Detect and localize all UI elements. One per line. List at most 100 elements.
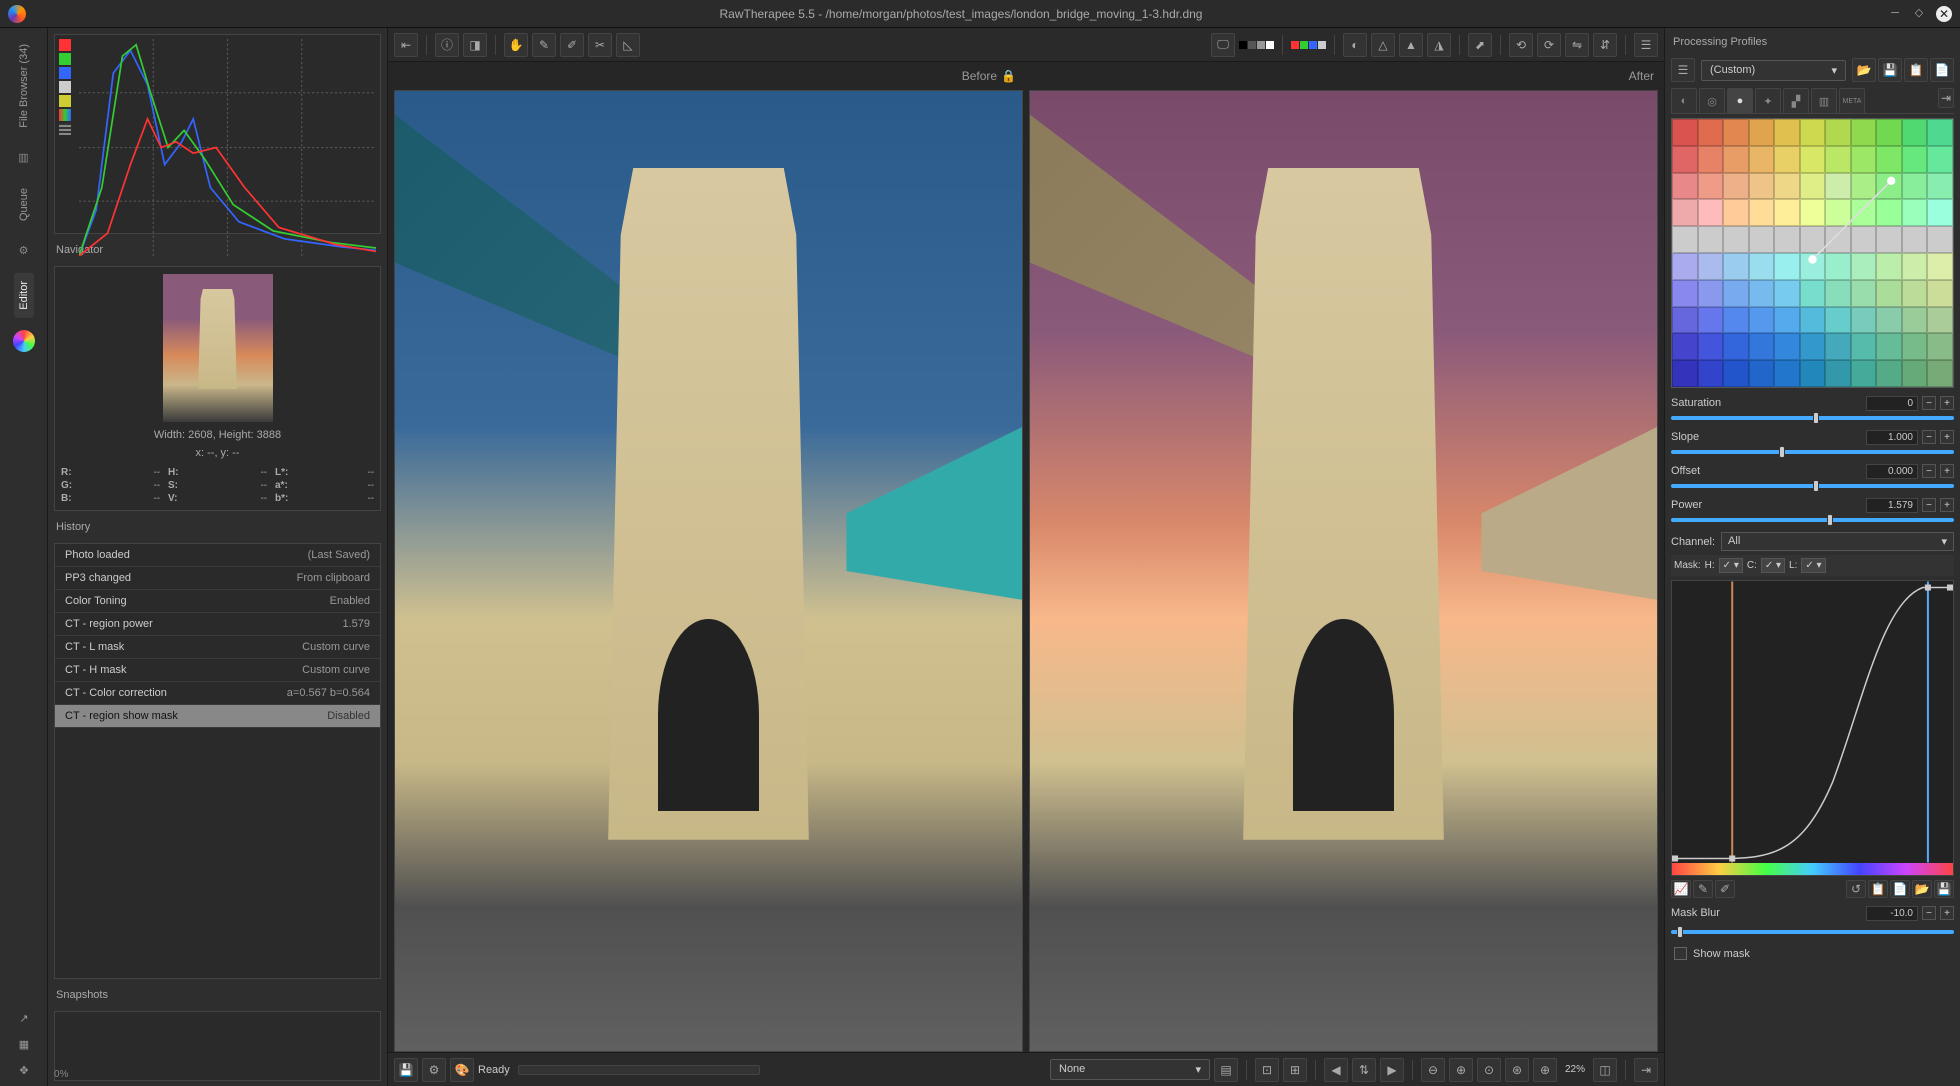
hand-tool-icon[interactable]: ✋ xyxy=(504,33,528,57)
panel-left-toggle-icon[interactable]: ⇤ xyxy=(394,33,418,57)
color-grid-cell[interactable] xyxy=(1825,146,1851,173)
picker-icon[interactable]: ✎ xyxy=(532,33,556,57)
mask-blur-slider[interactable] xyxy=(1671,930,1954,934)
color-grid-cell[interactable] xyxy=(1723,253,1749,280)
mask-blur-value[interactable]: -10.0 xyxy=(1866,906,1918,921)
color-grid-cell[interactable] xyxy=(1927,199,1953,226)
zoom-fit-icon[interactable]: ⊕ xyxy=(1449,1058,1473,1082)
mask-c-curve[interactable]: ✓ ▾ xyxy=(1761,558,1785,573)
power-minus[interactable]: − xyxy=(1922,498,1936,512)
color-grid-cell[interactable] xyxy=(1902,333,1928,360)
histo-luma-toggle[interactable] xyxy=(59,81,71,93)
offset-slider[interactable] xyxy=(1671,484,1954,488)
color-grid-cell[interactable] xyxy=(1851,307,1877,334)
color-grid-cell[interactable] xyxy=(1672,146,1698,173)
color-grid-cell[interactable] xyxy=(1876,173,1902,200)
color-grid-cell[interactable] xyxy=(1851,226,1877,253)
color-grid-cell[interactable] xyxy=(1902,146,1928,173)
settings-icon[interactable]: ☰ xyxy=(1634,33,1658,57)
color-grid-cell[interactable] xyxy=(1723,226,1749,253)
color-grid-cell[interactable] xyxy=(1902,280,1928,307)
color-grid-cell[interactable] xyxy=(1698,280,1724,307)
background-select[interactable]: None▾ xyxy=(1050,1059,1210,1080)
color-grid-cell[interactable] xyxy=(1723,360,1749,387)
color-grid-cell[interactable] xyxy=(1672,119,1698,146)
color-grid-cell[interactable] xyxy=(1825,119,1851,146)
histo-green-toggle[interactable] xyxy=(59,53,71,65)
offset-plus[interactable]: + xyxy=(1940,464,1954,478)
color-grid-cell[interactable] xyxy=(1851,280,1877,307)
focus-mask-icon[interactable]: ◐ xyxy=(1343,33,1367,57)
nav-sync-icon[interactable]: ⊡ xyxy=(1255,1058,1279,1082)
info-icon[interactable]: ⓘ xyxy=(435,33,459,57)
color-grid-cell[interactable] xyxy=(1749,307,1775,334)
color-grid-cell[interactable] xyxy=(1902,226,1928,253)
color-grid-cell[interactable] xyxy=(1749,226,1775,253)
gamut-icon[interactable]: ⬈ xyxy=(1468,33,1492,57)
color-grid-cell[interactable] xyxy=(1927,280,1953,307)
zoom-fit-crop-icon[interactable]: ⊙ xyxy=(1477,1058,1501,1082)
color-grid-cell[interactable] xyxy=(1851,119,1877,146)
color-grid-cell[interactable] xyxy=(1672,253,1698,280)
color-grid-cell[interactable] xyxy=(1876,253,1902,280)
rotate-right-icon[interactable]: ⟳ xyxy=(1537,33,1561,57)
panel-collapse-icon[interactable]: ⇥ xyxy=(1938,88,1954,108)
color-grid-cell[interactable] xyxy=(1672,173,1698,200)
tab-detail-icon[interactable]: ◎ xyxy=(1699,88,1725,114)
color-grid-cell[interactable] xyxy=(1825,333,1851,360)
curve-edit-icon[interactable]: ✐ xyxy=(1715,880,1735,898)
minimize-button[interactable]: ─ xyxy=(1888,6,1902,20)
power-plus[interactable]: + xyxy=(1940,498,1954,512)
color-grid-cell[interactable] xyxy=(1876,360,1902,387)
color-grid-cell[interactable] xyxy=(1851,146,1877,173)
histogram[interactable] xyxy=(54,34,381,234)
color-grid-cell[interactable] xyxy=(1698,307,1724,334)
move-icon[interactable]: ✥ xyxy=(14,1060,34,1080)
color-grid-cell[interactable] xyxy=(1876,226,1902,253)
saturation-value[interactable]: 0 xyxy=(1866,396,1918,411)
preview-before[interactable] xyxy=(394,90,1023,1052)
profile-mode-icon[interactable]: ☰ xyxy=(1671,58,1695,82)
color-grid-cell[interactable] xyxy=(1851,253,1877,280)
lock-icon[interactable]: 🔒 xyxy=(1001,69,1016,83)
color-grid-cell[interactable] xyxy=(1927,360,1953,387)
color-grid-cell[interactable] xyxy=(1927,333,1953,360)
color-grid-cell[interactable] xyxy=(1800,360,1826,387)
color-grid-cell[interactable] xyxy=(1774,360,1800,387)
navigator-thumb[interactable] xyxy=(61,273,374,423)
flip-h-icon[interactable]: ⇋ xyxy=(1565,33,1589,57)
gear-icon[interactable]: ⚙ xyxy=(14,241,34,261)
profile-paste-icon[interactable]: 📄 xyxy=(1930,58,1954,82)
zoom-out-icon[interactable]: ⊖ xyxy=(1421,1058,1445,1082)
curve-paste-icon[interactable]: 📄 xyxy=(1890,880,1910,898)
show-mask-checkbox[interactable] xyxy=(1674,947,1687,960)
color-grid-cell[interactable] xyxy=(1927,119,1953,146)
slope-minus[interactable]: − xyxy=(1922,430,1936,444)
sharpening-contrast-icon[interactable]: ◮ xyxy=(1427,33,1451,57)
power-slider[interactable] xyxy=(1671,518,1954,522)
color-grid-cell[interactable] xyxy=(1800,119,1826,146)
curve-editor[interactable] xyxy=(1671,580,1954,876)
histo-blue-toggle[interactable] xyxy=(59,67,71,79)
color-grid-cell[interactable] xyxy=(1749,119,1775,146)
curve-picker-icon[interactable]: ✎ xyxy=(1693,880,1713,898)
sync-thumb-icon[interactable]: ⇅ xyxy=(1352,1058,1376,1082)
color-grid-cell[interactable] xyxy=(1800,226,1826,253)
color-grid-cell[interactable] xyxy=(1749,173,1775,200)
arrow-out-icon[interactable]: ↗ xyxy=(14,1008,34,1028)
next-image-icon[interactable]: ▶ xyxy=(1380,1058,1404,1082)
color-grid-cell[interactable] xyxy=(1800,199,1826,226)
slope-slider[interactable] xyxy=(1671,450,1954,454)
zoom-100-icon[interactable]: ⊛ xyxy=(1505,1058,1529,1082)
histo-red-toggle[interactable] xyxy=(59,39,71,51)
histo-chroma-toggle[interactable] xyxy=(59,95,71,107)
color-grid-cell[interactable] xyxy=(1698,119,1724,146)
save-icon[interactable]: 💾 xyxy=(394,1058,418,1082)
color-grid-cell[interactable] xyxy=(1876,307,1902,334)
color-grid-cell[interactable] xyxy=(1800,280,1826,307)
tab-editor[interactable]: Editor xyxy=(14,273,34,318)
folder-icon[interactable]: ▥ xyxy=(14,148,34,168)
color-grid-cell[interactable] xyxy=(1698,173,1724,200)
mask-h-curve[interactable]: ✓ ▾ xyxy=(1719,558,1743,573)
color-grid-cell[interactable] xyxy=(1749,280,1775,307)
